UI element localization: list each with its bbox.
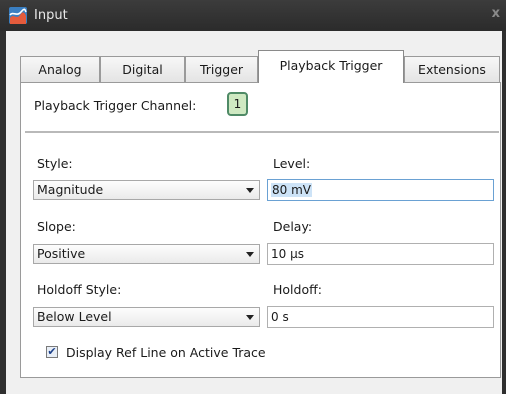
tab-analog[interactable]: Analog: [20, 56, 100, 82]
close-button[interactable]: x: [492, 6, 500, 21]
delay-label: Delay:: [273, 219, 313, 234]
display-ref-line-checkbox[interactable]: ✔: [46, 346, 58, 358]
slope-label: Slope:: [37, 219, 76, 234]
divider: [25, 131, 499, 133]
tab-panel: [20, 82, 501, 378]
holdoff-style-select-value: Below Level: [37, 309, 112, 324]
delay-input[interactable]: 10 µs: [267, 243, 494, 265]
chevron-down-icon: [246, 315, 254, 320]
channel-label: Playback Trigger Channel:: [34, 98, 197, 113]
channel-badge[interactable]: 1: [227, 92, 248, 116]
checkmark-icon: ✔: [47, 345, 57, 358]
display-ref-line-label: Display Ref Line on Active Trace: [66, 345, 266, 360]
level-input-value: 80 mV: [271, 183, 312, 197]
style-label: Style:: [37, 156, 73, 171]
level-label: Level:: [273, 156, 311, 171]
tab-extensions[interactable]: Extensions: [404, 56, 500, 82]
level-input[interactable]: 80 mV: [267, 179, 494, 201]
app-icon: [9, 7, 27, 24]
window-border-left: [0, 31, 6, 394]
holdoff-input-value: 0 s: [271, 310, 289, 324]
window-title: Input: [34, 8, 68, 23]
delay-input-value: 10 µs: [271, 247, 304, 261]
chevron-down-icon: [246, 188, 254, 193]
window-border-right: [502, 31, 506, 394]
holdoff-style-select[interactable]: Below Level: [33, 307, 260, 327]
style-select[interactable]: Magnitude: [33, 180, 260, 200]
style-select-value: Magnitude: [37, 182, 104, 197]
holdoff-input[interactable]: 0 s: [267, 306, 494, 328]
tab-playback-trigger[interactable]: Playback Trigger: [258, 50, 404, 83]
title-bar: Input x: [0, 0, 506, 31]
chevron-down-icon: [246, 252, 254, 257]
tab-trigger[interactable]: Trigger: [185, 56, 258, 82]
slope-select[interactable]: Positive: [33, 244, 260, 264]
slope-select-value: Positive: [37, 246, 86, 261]
tab-digital[interactable]: Digital: [100, 56, 185, 82]
holdoff-style-label: Holdoff Style:: [37, 282, 122, 297]
holdoff-label: Holdoff:: [273, 282, 322, 297]
